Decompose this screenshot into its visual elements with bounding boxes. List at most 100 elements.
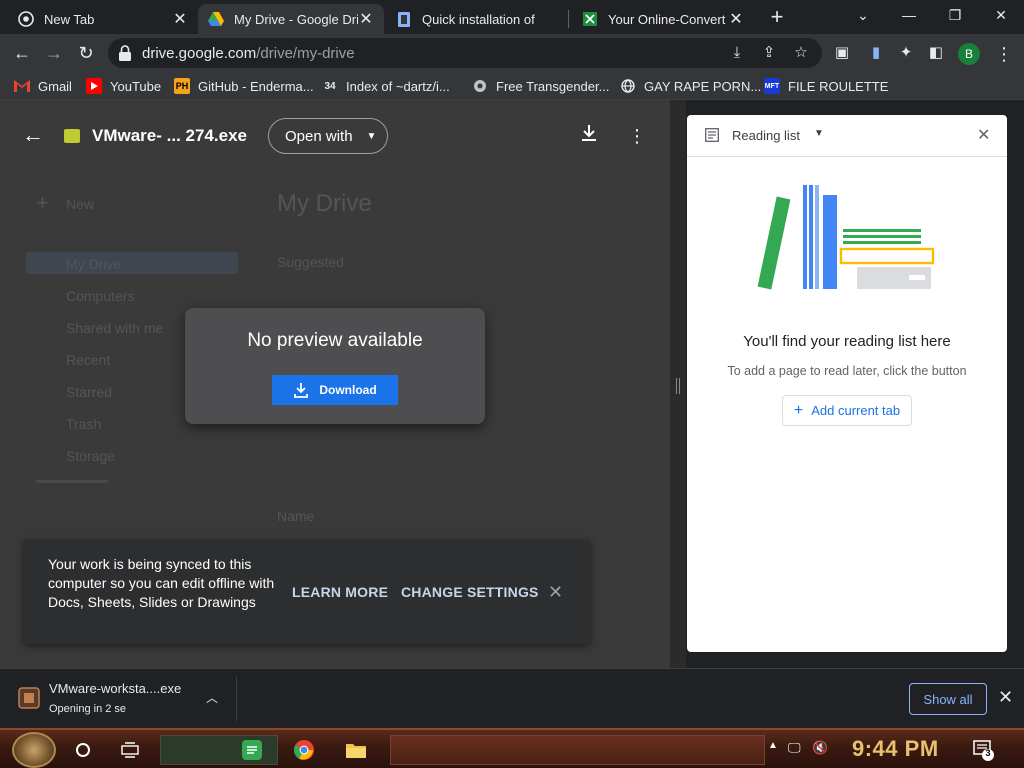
new-plus-icon: + bbox=[36, 190, 49, 215]
reading-list-icon bbox=[705, 128, 719, 142]
extension-docs-icon[interactable]: ▮ bbox=[866, 43, 886, 63]
new-tab-button[interactable]: + bbox=[766, 6, 788, 28]
caret-down-icon: ▼ bbox=[366, 130, 377, 142]
bookmark-github[interactable]: PH GitHub - Enderma... bbox=[174, 77, 314, 95]
tab-new-tab[interactable]: New Tab ✕ bbox=[8, 4, 198, 34]
side-panel-icon[interactable]: ◧ bbox=[926, 43, 946, 63]
close-panel-icon[interactable]: ✕ bbox=[977, 125, 990, 145]
close-viewer-back-icon[interactable]: ← bbox=[20, 122, 46, 148]
bookmark-star-icon[interactable]: ☆ bbox=[792, 44, 810, 62]
reading-list-title[interactable]: Reading list bbox=[732, 128, 800, 143]
tab-title: Quick installation of bbox=[422, 11, 535, 27]
close-window-button[interactable]: ✕ bbox=[986, 4, 1016, 26]
tab-title: My Drive - Google Dri bbox=[234, 11, 358, 27]
download-button[interactable]: Download bbox=[272, 375, 398, 405]
install-app-icon[interactable]: ⤓ bbox=[728, 44, 746, 62]
convert-icon bbox=[582, 11, 598, 27]
back-button[interactable]: ← bbox=[10, 41, 34, 65]
change-settings-button[interactable]: CHANGE SETTINGS bbox=[401, 584, 539, 600]
close-tab-icon[interactable]: ✕ bbox=[172, 9, 188, 29]
bookmark-gay-rape-porn[interactable]: GAY RAPE PORN... bbox=[620, 77, 761, 95]
url-text: drive.google.com/drive/my-drive bbox=[142, 45, 355, 62]
url-path: /drive/my-drive bbox=[256, 45, 355, 62]
volume-muted-icon[interactable]: 🔇 bbox=[812, 740, 828, 756]
bookmark-index-dartz[interactable]: 34 Index of ~dartz/i... bbox=[322, 77, 449, 95]
exe-file-icon[interactable] bbox=[18, 687, 40, 709]
exe-file-icon bbox=[64, 129, 80, 143]
extension-cast-icon[interactable]: ▣ bbox=[832, 43, 852, 63]
task-view-icon[interactable] bbox=[118, 738, 142, 762]
resize-handle[interactable] bbox=[676, 378, 680, 394]
extensions-puzzle-icon[interactable]: ✦ bbox=[896, 43, 916, 63]
tab-quick-installation[interactable]: Quick installation of bbox=[386, 4, 568, 34]
bookmark-gmail[interactable]: Gmail bbox=[14, 77, 72, 95]
download-label: Download bbox=[319, 383, 377, 397]
close-banner-icon[interactable]: ✕ bbox=[548, 582, 563, 603]
network-icon[interactable]: 🖵 bbox=[788, 740, 801, 756]
download-icon bbox=[294, 383, 309, 398]
nav-trash: Trash bbox=[66, 416, 102, 432]
doc-icon bbox=[396, 11, 412, 27]
my-drive-title: My Drive bbox=[277, 190, 372, 217]
restore-button[interactable]: ❐ bbox=[940, 4, 970, 26]
open-with-button[interactable]: Open with ▼ bbox=[268, 118, 388, 154]
tab-online-convert[interactable]: Your Online-Convert ✕ bbox=[572, 4, 754, 34]
tab-title: New Tab bbox=[44, 11, 95, 27]
viewer-header: ← VMware- ... 274.exe Open with ▼ ⋮ bbox=[0, 100, 670, 170]
tab-search-icon[interactable]: ⌄ bbox=[848, 4, 878, 26]
open-with-label: Open with bbox=[285, 127, 353, 145]
learn-more-button[interactable]: LEARN MORE bbox=[292, 584, 388, 600]
bookmark-file-roulette[interactable]: MFT FILE ROULETTE bbox=[764, 77, 888, 95]
add-current-tab-button[interactable]: + Add current tab bbox=[782, 395, 912, 426]
close-tab-icon[interactable]: ✕ bbox=[358, 9, 374, 29]
notification-count: 3 bbox=[985, 748, 991, 758]
address-bar[interactable]: drive.google.com/drive/my-drive ⤓ ⇪ ☆ bbox=[108, 38, 822, 68]
show-all-button[interactable]: Show all bbox=[909, 683, 987, 715]
tab-my-drive[interactable]: My Drive - Google Dri ✕ bbox=[198, 4, 384, 34]
taskbar-open-window[interactable] bbox=[390, 735, 765, 765]
reading-list-panel: Reading list ▼ ✕ You'll find your readin… bbox=[687, 115, 1007, 652]
viewer-file-name: VMware- ... 274.exe bbox=[92, 126, 247, 145]
more-options-icon[interactable]: ⋮ bbox=[625, 124, 649, 148]
download-status: Opening in 2 se bbox=[49, 703, 127, 715]
bookmark-youtube[interactable]: YouTube bbox=[86, 77, 161, 95]
plus-icon: + bbox=[793, 401, 804, 419]
browser-toolbar: ← → ↻ drive.google.com/drive/my-drive ⤓ … bbox=[0, 34, 1024, 72]
close-shelf-icon[interactable]: ✕ bbox=[998, 687, 1013, 708]
caret-down-icon[interactable]: ▼ bbox=[814, 128, 824, 139]
start-button[interactable] bbox=[12, 732, 56, 768]
books-illustration bbox=[757, 185, 935, 290]
chrome-app-icon[interactable] bbox=[292, 738, 316, 762]
notifications-icon[interactable]: 3 bbox=[972, 739, 994, 761]
sheets-app-icon[interactable] bbox=[240, 738, 264, 762]
lock-icon[interactable] bbox=[118, 45, 132, 61]
tray-overflow-icon[interactable]: ▲ bbox=[768, 740, 778, 751]
forward-button[interactable]: → bbox=[42, 41, 66, 65]
youtube-icon bbox=[86, 78, 102, 94]
profile-avatar[interactable]: B bbox=[958, 43, 980, 65]
gmail-icon bbox=[14, 78, 30, 94]
taskbar-clock[interactable]: 9:44 PM bbox=[852, 736, 939, 762]
chevron-up-icon[interactable]: ︿ bbox=[206, 689, 218, 706]
download-icon[interactable] bbox=[577, 124, 601, 148]
download-file-name[interactable]: VMware-worksta....exe bbox=[49, 681, 181, 696]
empty-state-subtitle: To add a page to read later, click the b… bbox=[727, 364, 967, 378]
github-icon: PH bbox=[174, 78, 190, 94]
url-host: drive.google.com bbox=[142, 45, 257, 62]
chrome-menu-icon[interactable]: ⋮ bbox=[994, 43, 1014, 65]
download-shelf: VMware-worksta....exe Opening in 2 se ︿ … bbox=[0, 668, 1024, 728]
roulette-icon: MFT bbox=[764, 78, 780, 94]
drive-background: + New My Drive Suggested My Drive Comput… bbox=[0, 100, 670, 668]
share-icon[interactable]: ⇪ bbox=[760, 44, 778, 62]
tab-strip: New Tab ✕ My Drive - Google Dri ✕ Quick … bbox=[0, 0, 1024, 34]
bookmarks-bar: Gmail YouTube PH GitHub - Enderma... 34 … bbox=[0, 72, 1024, 100]
minimize-button[interactable]: — bbox=[894, 4, 924, 26]
site-icon bbox=[472, 78, 488, 94]
nav-recent: Recent bbox=[66, 352, 111, 368]
sync-banner: Your work is being synced to this comput… bbox=[24, 540, 590, 644]
bookmark-free-transgender[interactable]: Free Transgender... bbox=[472, 77, 609, 95]
cortana-icon[interactable] bbox=[71, 738, 95, 762]
reload-button[interactable]: ↻ bbox=[74, 41, 98, 65]
file-explorer-icon[interactable] bbox=[344, 738, 368, 762]
close-tab-icon[interactable]: ✕ bbox=[728, 9, 744, 29]
